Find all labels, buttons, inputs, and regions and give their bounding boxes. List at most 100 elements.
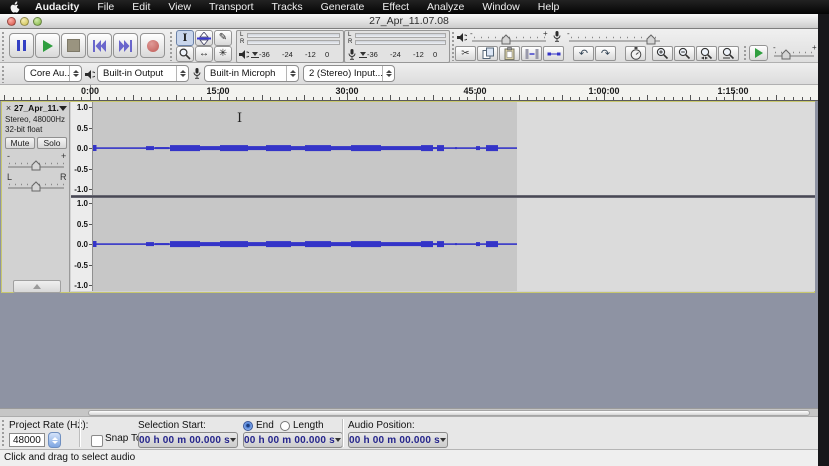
draw-tool-button[interactable]: ✎ xyxy=(214,30,232,46)
menu-generate[interactable]: Generate xyxy=(312,0,374,14)
ruler-tick xyxy=(133,95,134,100)
track-menu-arrow-icon[interactable] xyxy=(59,106,67,111)
stop-icon xyxy=(67,39,80,52)
copy-button[interactable] xyxy=(477,46,498,61)
track-area-background[interactable]: × 27_Apr_11. Stereo, 48000Hz 32-bit floa… xyxy=(0,101,818,408)
solo-button[interactable]: Solo xyxy=(37,137,67,149)
menu-analyze[interactable]: Analyze xyxy=(418,0,473,14)
menu-help[interactable]: Help xyxy=(529,0,569,14)
title-bar[interactable]: 27_Apr_11.07.08 xyxy=(0,14,818,29)
menu-file[interactable]: File xyxy=(88,0,123,14)
redo-button[interactable]: ↷ xyxy=(595,46,616,61)
stopwatch-button[interactable] xyxy=(625,46,646,61)
waveform-sample xyxy=(305,241,331,247)
stop-button[interactable] xyxy=(61,33,86,58)
pause-button[interactable] xyxy=(9,33,34,58)
menu-view[interactable]: View xyxy=(159,0,200,14)
fit-project-button[interactable] xyxy=(718,46,739,61)
trim-audio-button[interactable] xyxy=(521,46,542,61)
cut-button[interactable]: ✂ xyxy=(455,46,476,61)
status-bar: Click and drag to select audio xyxy=(0,449,818,466)
waveform-left[interactable] xyxy=(93,102,815,195)
menu-window[interactable]: Window xyxy=(473,0,528,14)
record-icon xyxy=(147,40,159,52)
project-rate-stepper[interactable] xyxy=(48,432,61,448)
menu-audacity[interactable]: Audacity xyxy=(26,0,88,14)
project-rate-label: Project Rate (Hz): xyxy=(9,420,88,431)
ruler-tick xyxy=(502,97,503,100)
zoom-tool-button[interactable] xyxy=(176,46,194,62)
collapse-track-button[interactable] xyxy=(13,280,61,293)
menu-edit[interactable]: Edit xyxy=(123,0,159,14)
audio-track[interactable]: × 27_Apr_11. Stereo, 48000Hz 32-bit floa… xyxy=(1,101,815,293)
input-volume-slider[interactable] xyxy=(567,32,662,45)
time-shift-tool-button[interactable]: ↔ xyxy=(195,46,213,62)
fit-selection-button[interactable] xyxy=(696,46,717,61)
toolbar-grip[interactable] xyxy=(743,45,747,61)
menu-effect[interactable]: Effect xyxy=(373,0,418,14)
toolbar-grip[interactable] xyxy=(1,65,5,83)
selection-end-time-field[interactable]: 00 h 00 m 00.000 s xyxy=(243,432,343,448)
envelope-tool-button[interactable] xyxy=(195,30,213,46)
skip-to-end-button[interactable] xyxy=(113,33,138,58)
ruler-tick xyxy=(596,97,597,100)
waveform-right[interactable] xyxy=(93,198,815,291)
close-track-button[interactable]: × xyxy=(4,103,13,113)
skip-to-start-button[interactable] xyxy=(87,33,112,58)
ruler-tick xyxy=(193,97,194,100)
channel-right[interactable]: 1.00.50.0-0.5-1.0 xyxy=(71,198,815,291)
gain-slider[interactable] xyxy=(6,158,66,171)
multi-tool-button[interactable]: ✳ xyxy=(214,46,232,62)
channel-left[interactable]: 1.00.50.0-0.5-1.0 I xyxy=(71,102,815,195)
paste-button[interactable] xyxy=(499,46,520,61)
input-channels-select[interactable]: 2 (Stereo) Input... xyxy=(303,65,395,82)
pan-slider[interactable] xyxy=(6,179,66,192)
play-button[interactable] xyxy=(35,33,60,58)
playback-meter[interactable]: LR -36-24-120 xyxy=(236,30,344,63)
output-device-select[interactable]: Built-in Output xyxy=(97,65,189,82)
time-field-dropdown-icon[interactable] xyxy=(335,438,342,442)
timeline-ruler[interactable]: 0:0015:0030:0045:001:00:001:15:00 xyxy=(0,85,818,101)
waveform-sample xyxy=(421,145,433,151)
amplitude-label: -1.0 xyxy=(74,185,88,194)
zoom-in-button[interactable] xyxy=(652,46,673,61)
time-field-dropdown-icon[interactable] xyxy=(440,438,447,442)
project-rate-input[interactable]: 48000 xyxy=(9,433,45,447)
waveform-sample xyxy=(170,145,200,151)
meter-bar-right xyxy=(247,40,340,45)
ruler-tick xyxy=(459,97,460,100)
menu-transport[interactable]: Transport xyxy=(200,0,263,14)
zoom-out-button[interactable] xyxy=(674,46,695,61)
toolbar-grip[interactable] xyxy=(1,419,5,447)
ruler-tick xyxy=(141,97,142,100)
playback-meter-bars: LR xyxy=(238,32,342,46)
separator xyxy=(342,419,344,447)
ruler-tick xyxy=(673,97,674,100)
audio-host-select[interactable]: Core Au... xyxy=(24,65,82,82)
track-name[interactable]: 27_Apr_11. xyxy=(14,103,59,113)
horizontal-scrollbar[interactable] xyxy=(0,408,818,416)
snap-to-checkbox[interactable] xyxy=(91,435,103,447)
toolbar-grip[interactable] xyxy=(1,31,5,61)
menu-tracks[interactable]: Tracks xyxy=(262,0,311,14)
record-button[interactable] xyxy=(140,33,165,58)
stepper-icon xyxy=(286,66,298,81)
toolbar-grip[interactable] xyxy=(169,31,173,61)
recording-meter[interactable]: LR -36-24-120 xyxy=(344,30,450,63)
length-radio[interactable] xyxy=(280,421,290,431)
vertical-scale-right[interactable]: 1.00.50.0-0.5-1.0 xyxy=(71,198,93,291)
apple-icon[interactable] xyxy=(10,1,20,13)
input-device-select[interactable]: Built-in Microph xyxy=(204,65,299,82)
audio-position-time-field[interactable]: 00 h 00 m 00.000 s xyxy=(348,432,448,448)
playback-speed-slider[interactable] xyxy=(772,47,816,60)
selection-start-time-field[interactable]: 00 h 00 m 00.000 s xyxy=(138,432,238,448)
silence-audio-button[interactable] xyxy=(543,46,564,61)
undo-button[interactable]: ↶ xyxy=(573,46,594,61)
mute-button[interactable]: Mute xyxy=(5,137,35,149)
end-radio[interactable] xyxy=(243,421,253,431)
time-field-dropdown-icon[interactable] xyxy=(230,438,237,442)
output-volume-slider[interactable] xyxy=(470,32,548,45)
vertical-scale-left[interactable]: 1.00.50.0-0.5-1.0 xyxy=(71,102,93,195)
selection-tool-button[interactable]: I xyxy=(176,30,194,46)
play-at-speed-button[interactable] xyxy=(749,45,768,61)
